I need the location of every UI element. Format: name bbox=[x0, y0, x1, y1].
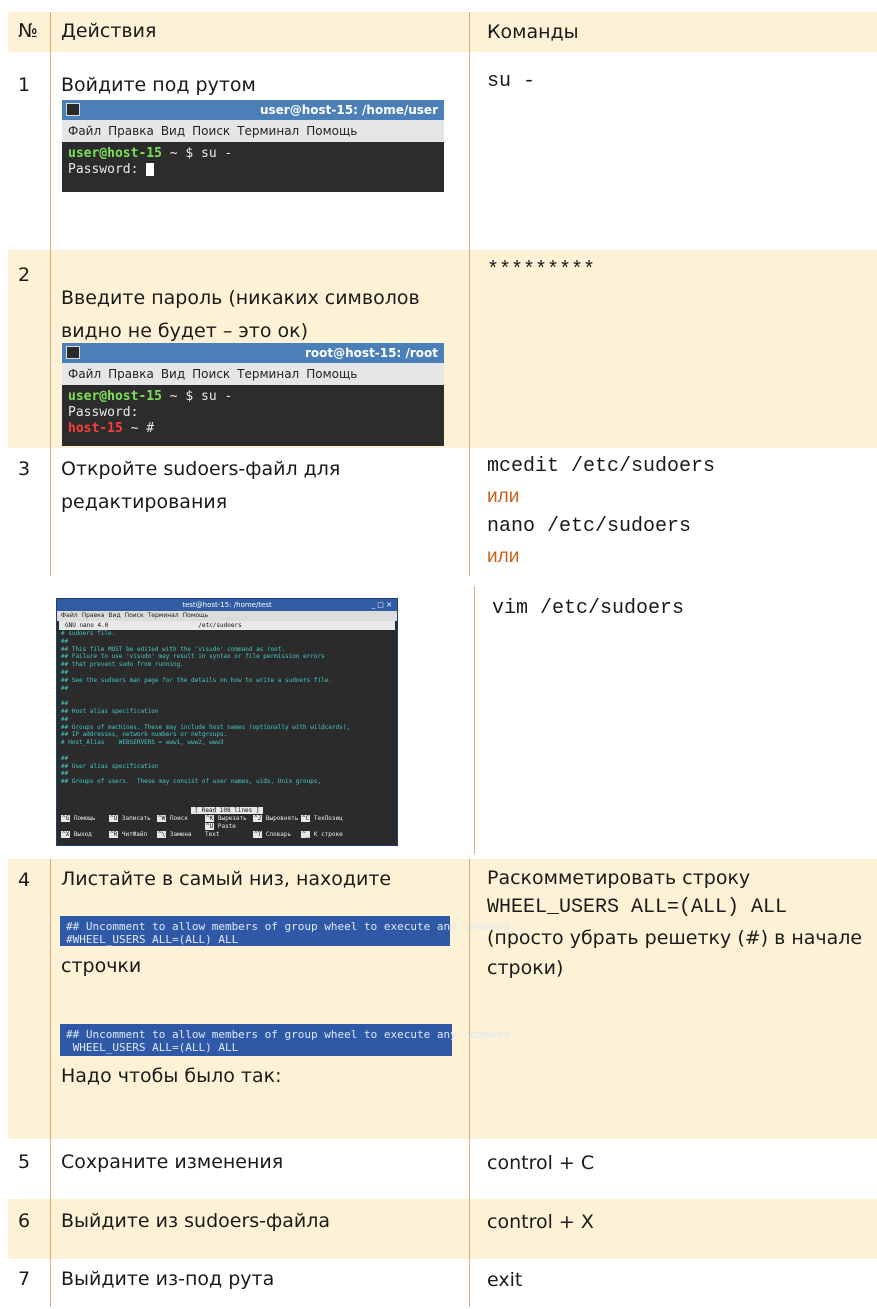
nano-line: ## bbox=[61, 700, 69, 708]
terminal-menu: Файл Правка Вид Поиск Терминал Помощь bbox=[62, 120, 444, 142]
nano-line bbox=[61, 747, 397, 755]
nano-line: ## Failure to use 'visudo' may result in… bbox=[61, 653, 325, 661]
terminal-title: user@host-15: /home/user bbox=[259, 103, 438, 117]
table-row: 1 Войдите под рутом su - user@host-15: /… bbox=[8, 52, 877, 250]
header-commands: Команды bbox=[487, 21, 579, 43]
nano-file-content: # sudoers file. ## ## This file MUST be ed… bbox=[57, 630, 397, 806]
nano-screenshot: test@host-15: /home/test _ □ ✕ Файл Правка… bbox=[56, 598, 398, 846]
row-number: 2 bbox=[18, 264, 31, 286]
command-text: mcedit /etc/sudoers bbox=[487, 455, 716, 478]
action-text: Войдите под рутом bbox=[61, 74, 256, 96]
or-label: или bbox=[487, 546, 520, 567]
command-text: vim /etc/sudoers bbox=[492, 597, 685, 620]
row-number: 3 bbox=[18, 458, 31, 480]
table-row: 7 Выйдите из-под рута exit bbox=[8, 1259, 877, 1307]
nano-line: ## that prevent sudo from running. bbox=[61, 661, 184, 669]
table-header: № Действия Команды bbox=[8, 12, 877, 52]
action-text: Сохраните изменения bbox=[61, 1151, 284, 1173]
nano-shortcuts: ^G Помощь ^O Записать ^W Поиск ^K Вырезать ^… bbox=[57, 815, 397, 839]
terminal-menu: Файл Правка Вид Поиск Терминал Помощь bbox=[62, 363, 444, 385]
nano-line: ## Host alias specification bbox=[61, 707, 159, 715]
nano-line: ## bbox=[61, 715, 69, 723]
or-label: или bbox=[487, 486, 520, 507]
action-text: Надо чтобы было так: bbox=[61, 1065, 282, 1087]
nano-shortcut: ^_ К строке bbox=[301, 831, 343, 838]
action-text: Выйдите из-под рута bbox=[61, 1268, 275, 1290]
nano-shortcut: ^K Вырезать bbox=[205, 815, 247, 822]
nano-shortcut: ^J Выровнять bbox=[253, 815, 299, 822]
terminal-title: root@host-15: /root bbox=[305, 346, 438, 360]
nano-line: # Host_Alias WEBSERVERS = www1, www2, ww… bbox=[61, 739, 224, 747]
command-text: su - bbox=[487, 70, 536, 93]
nano-line: ## This file MUST be edited with the 'vi… bbox=[61, 645, 285, 653]
row-number: 7 bbox=[18, 1268, 31, 1290]
command-text: nano /etc/sudoers bbox=[487, 515, 692, 538]
command-text: WHEEL_USERS ALL=(ALL) ALL bbox=[487, 896, 788, 919]
nano-shortcut: ^G Помощь bbox=[61, 815, 96, 822]
row-number: 5 bbox=[18, 1151, 31, 1173]
terminal-icon bbox=[66, 346, 80, 359]
terminal-screenshot: root@host-15: /root Файл Правка Вид Поиск Те… bbox=[62, 343, 444, 446]
nano-line: ## bbox=[61, 684, 69, 692]
nano-line: ## bbox=[61, 637, 69, 645]
nano-shortcut: ^W Поиск bbox=[157, 815, 188, 822]
table-row: 5 Сохраните изменения control + C bbox=[8, 1139, 877, 1199]
nano-line: ## bbox=[61, 770, 69, 778]
action-text: Откройте sudoers-файл для редактирования bbox=[61, 458, 341, 513]
action-text: Введите пароль (никаких символов видно н… bbox=[61, 287, 420, 342]
nano-line: ## Groups of users. These may consist of… bbox=[61, 778, 322, 786]
nano-shortcut: ^C ТекПозиц bbox=[301, 815, 343, 822]
nano-shortcut: ^O Записать bbox=[109, 815, 151, 822]
nano-title: test@host-15: /home/test bbox=[182, 601, 272, 609]
header-num: № bbox=[18, 20, 38, 42]
code-box-original: ## Uncomment to allow members of group w… bbox=[60, 916, 510, 946]
action-text: строчки bbox=[61, 955, 142, 977]
command-text: ********* bbox=[487, 259, 596, 282]
code-box-fixed: ## Uncomment to allow members of group w… bbox=[60, 1024, 510, 1056]
nano-status: [ Read 108 lines ] bbox=[191, 807, 263, 814]
command-text: exit bbox=[487, 1269, 523, 1291]
row-number: 4 bbox=[18, 869, 31, 891]
table-row: 6 Выйдите из sudoers-файла control + X bbox=[8, 1199, 877, 1259]
cursor-icon bbox=[146, 163, 155, 176]
action-text: Выйдите из sudoers-файла bbox=[61, 1210, 331, 1232]
nano-line: ## bbox=[61, 668, 69, 676]
row-number: 1 bbox=[18, 74, 31, 96]
nano-shortcut: ^T Словарь bbox=[253, 831, 292, 838]
table-row: 4 Листайте в самый низ, находите ## Unco… bbox=[8, 859, 877, 1139]
nano-shortcut: ^U Paste Text bbox=[205, 823, 236, 838]
nano-line bbox=[61, 692, 397, 700]
nano-shortcut: ^\ Замена bbox=[157, 831, 192, 838]
row-number: 6 bbox=[18, 1210, 31, 1232]
command-text: control + X bbox=[487, 1211, 594, 1233]
terminal-screenshot: user@host-15: /home/user Файл Правка Вид По… bbox=[62, 100, 444, 192]
command-text: (просто убрать решетку (#) в начале стро… bbox=[487, 927, 863, 979]
terminal-icon bbox=[66, 103, 80, 116]
action-text: Листайте в самый низ, находите bbox=[61, 868, 392, 890]
nano-line: ## See the sudoers man page for the deta… bbox=[61, 676, 332, 684]
nano-line: ## IP addresses, network numbers or netg… bbox=[61, 731, 228, 739]
header-actions: Действия bbox=[61, 20, 157, 42]
nano-line: # sudoers file. bbox=[61, 630, 116, 637]
table-row: 2 Введите пароль (никаких символов видно… bbox=[8, 250, 877, 448]
command-text: control + C bbox=[487, 1152, 595, 1174]
nano-line: ## Groups of machines. These may include… bbox=[61, 723, 350, 731]
nano-line: ## User alias specification bbox=[61, 762, 159, 770]
nano-shortcut: ^X Выход bbox=[61, 831, 92, 838]
window-controls-icon: _ □ ✕ bbox=[371, 601, 392, 609]
table-row: 3 Откройте sudoers-файл для редактирован… bbox=[8, 448, 877, 576]
command-text: Раскомметировать строку bbox=[487, 867, 751, 889]
nano-shortcut: ^R ЧитФайл bbox=[109, 831, 148, 838]
nano-line: ## bbox=[61, 754, 69, 762]
